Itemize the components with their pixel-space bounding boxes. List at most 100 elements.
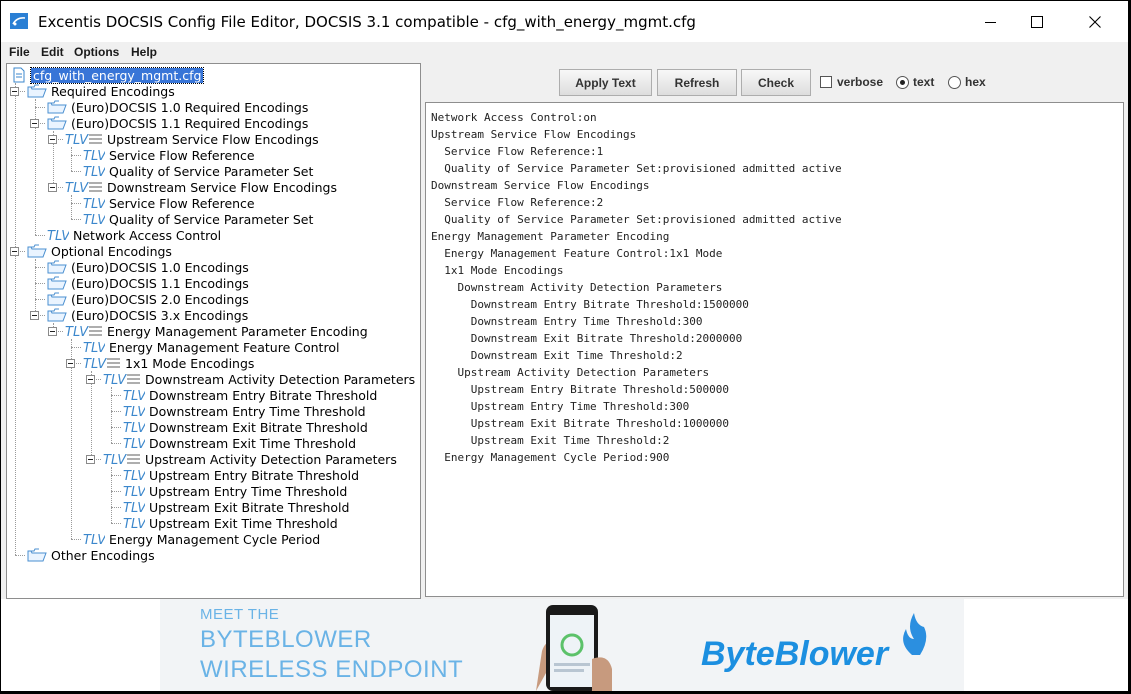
- config-text-line: Downstream Exit Time Threshold:2: [431, 349, 683, 362]
- maximize-button[interactable]: [1014, 1, 1060, 42]
- tree-node[interactable]: (Euro)DOCSIS 1.0 Required Encodings: [47, 99, 308, 115]
- check-button[interactable]: Check: [741, 69, 811, 96]
- tlv-icon: TLV: [123, 500, 145, 514]
- tree-connector-horizontal: [71, 203, 81, 204]
- svg-text:TLV: TLV: [123, 389, 145, 402]
- tree-node[interactable]: TLV Service Flow Reference: [83, 195, 255, 211]
- config-text-line: Energy Management Cycle Period:900: [431, 451, 670, 464]
- tlv-list-icon: TLV: [65, 132, 103, 146]
- tlv-icon: TLV: [83, 148, 105, 162]
- collapse-toggle[interactable]: [30, 311, 39, 320]
- tree-node[interactable]: TLV Upstream Entry Bitrate Threshold: [123, 467, 359, 483]
- refresh-button[interactable]: Refresh: [657, 69, 737, 96]
- verbose-checkbox[interactable]: [820, 76, 832, 88]
- tree-node[interactable]: TLV Downstream Service Flow Encodings: [65, 179, 337, 195]
- tree-node[interactable]: TLV Downstream Entry Time Threshold: [123, 403, 366, 419]
- tree-node[interactable]: TLV Energy Management Parameter Encoding: [65, 323, 368, 339]
- hex-mode-radio[interactable]: [948, 76, 961, 89]
- tree-node[interactable]: (Euro)DOCSIS 1.1 Encodings: [47, 275, 249, 291]
- collapse-toggle[interactable]: [10, 247, 19, 256]
- menu-options[interactable]: Options: [74, 45, 119, 59]
- tlv-icon: TLV: [123, 484, 145, 498]
- tree-node[interactable]: Optional Encodings: [27, 243, 172, 259]
- svg-text:TLV: TLV: [83, 197, 105, 210]
- tree-node[interactable]: TLV Downstream Exit Bitrate Threshold: [123, 419, 368, 435]
- menu-help[interactable]: Help: [131, 45, 157, 59]
- tree-root-label: cfg_with_energy_mgmt.cfg: [29, 66, 205, 84]
- config-text-line: Downstream Entry Bitrate Threshold:15000…: [431, 298, 749, 311]
- tlv-icon: TLV: [123, 436, 145, 450]
- collapse-toggle[interactable]: [86, 455, 95, 464]
- tree-node[interactable]: TLV Downstream Exit Time Threshold: [123, 435, 356, 451]
- tree-node[interactable]: (Euro)DOCSIS 2.0 Encodings: [47, 291, 249, 307]
- config-text-line: Quality of Service Parameter Set:provisi…: [431, 162, 842, 175]
- tree-node[interactable]: TLV Network Access Control: [47, 227, 221, 243]
- tree-node[interactable]: TLV Upstream Service Flow Encodings: [65, 131, 319, 147]
- tlv-list-icon: TLV: [103, 452, 141, 466]
- folder-open-icon: [47, 276, 67, 290]
- tree-node[interactable]: TLV Upstream Exit Time Threshold: [123, 515, 338, 531]
- tree-node[interactable]: TLV Energy Management Feature Control: [83, 339, 339, 355]
- tree-node[interactable]: TLV Downstream Activity Detection Paramet…: [103, 371, 415, 387]
- collapse-toggle[interactable]: [48, 135, 57, 144]
- tree-node[interactable]: Required Encodings: [27, 83, 175, 99]
- tree-node[interactable]: TLV Service Flow Reference: [83, 147, 255, 163]
- tree-node-label: Quality of Service Parameter Set: [109, 211, 314, 227]
- tree-node[interactable]: TLV Energy Management Cycle Period: [83, 531, 320, 547]
- tree-node[interactable]: Other Encodings: [27, 547, 155, 563]
- tree-node-label: Service Flow Reference: [109, 195, 255, 211]
- config-text-area[interactable]: Network Access Control:on Upstream Servic…: [425, 102, 1124, 597]
- config-text-line: Energy Management Parameter Encoding: [431, 230, 670, 243]
- svg-text:TLV: TLV: [83, 213, 105, 226]
- collapse-toggle[interactable]: [10, 87, 19, 96]
- menu-bar: File Edit Options Help: [1, 42, 1128, 63]
- menu-file[interactable]: File: [9, 45, 30, 59]
- tree-root[interactable]: cfg_with_energy_mgmt.cfg: [11, 66, 205, 84]
- tree-node-label: Downstream Entry Bitrate Threshold: [149, 387, 378, 403]
- config-text-line: Quality of Service Parameter Set:provisi…: [431, 213, 842, 226]
- tree-node[interactable]: TLV Upstream Activity Detection Parameter…: [103, 451, 397, 467]
- menu-edit[interactable]: Edit: [41, 45, 64, 59]
- config-text-line: 1x1 Mode Encodings: [431, 264, 564, 277]
- maximize-icon: [1031, 15, 1043, 28]
- tree-node-label: Required Encodings: [51, 83, 175, 99]
- tree-node[interactable]: TLV 1x1 Mode Encodings: [83, 355, 254, 371]
- config-text-line: Downstream Entry Time Threshold:300: [431, 315, 703, 328]
- tree-node[interactable]: TLV Upstream Entry Time Threshold: [123, 483, 347, 499]
- tree-connector-horizontal: [111, 507, 121, 508]
- verbose-label: verbose: [837, 75, 884, 89]
- minimize-button[interactable]: [968, 1, 1014, 42]
- text-mode-radio[interactable]: [896, 76, 909, 89]
- config-text-lines: Network Access Control:on Upstream Servic…: [431, 109, 842, 466]
- tree-node[interactable]: TLV Upstream Exit Bitrate Threshold: [123, 499, 349, 515]
- tree-node[interactable]: (Euro)DOCSIS 1.0 Encodings: [47, 259, 249, 275]
- tree-node-label: (Euro)DOCSIS 2.0 Encodings: [71, 291, 249, 307]
- collapse-toggle[interactable]: [66, 359, 75, 368]
- collapse-toggle[interactable]: [48, 183, 57, 192]
- svg-text:TLV: TLV: [65, 325, 89, 338]
- tree-node[interactable]: (Euro)DOCSIS 1.1 Required Encodings: [47, 115, 308, 131]
- tree-node-label: Quality of Service Parameter Set: [109, 163, 314, 179]
- config-text-line: Downstream Exit Bitrate Threshold:200000…: [431, 332, 743, 345]
- title-bar[interactable]: Excentis DOCSIS Config File Editor, DOCS…: [1, 1, 1128, 42]
- tree-connector-horizontal: [35, 235, 45, 236]
- tree-node-label: Upstream Exit Time Threshold: [149, 515, 338, 531]
- tree-node[interactable]: TLV Downstream Entry Bitrate Threshold: [123, 387, 377, 403]
- config-text-line: Downstream Activity Detection Parameters: [431, 281, 723, 294]
- tree-node-label: Optional Encodings: [51, 243, 172, 259]
- collapse-toggle[interactable]: [30, 119, 39, 128]
- config-tree[interactable]: cfg_with_energy_mgmt.cfg Required Encodin…: [6, 63, 421, 599]
- tree-node[interactable]: TLV Quality of Service Parameter Set: [83, 163, 313, 179]
- ad-banner-content[interactable]: MEET THE BYTEBLOWER WIRELESS ENDPOINT By…: [160, 599, 964, 691]
- ad-banner[interactable]: MEET THE BYTEBLOWER WIRELESS ENDPOINT By…: [1, 599, 1128, 691]
- tree-node[interactable]: (Euro)DOCSIS 3.x Encodings: [47, 307, 248, 323]
- apply-text-button[interactable]: Apply Text: [559, 69, 652, 96]
- collapse-toggle[interactable]: [86, 375, 95, 384]
- tree-node[interactable]: TLV Quality of Service Parameter Set: [83, 211, 313, 227]
- close-button[interactable]: [1072, 1, 1118, 42]
- tree-connector-horizontal: [71, 155, 81, 156]
- tree-node-label: Downstream Exit Bitrate Threshold: [149, 419, 368, 435]
- collapse-toggle[interactable]: [48, 327, 57, 336]
- config-text-line: Service Flow Reference:1: [431, 145, 604, 158]
- svg-text:TLV: TLV: [123, 421, 145, 434]
